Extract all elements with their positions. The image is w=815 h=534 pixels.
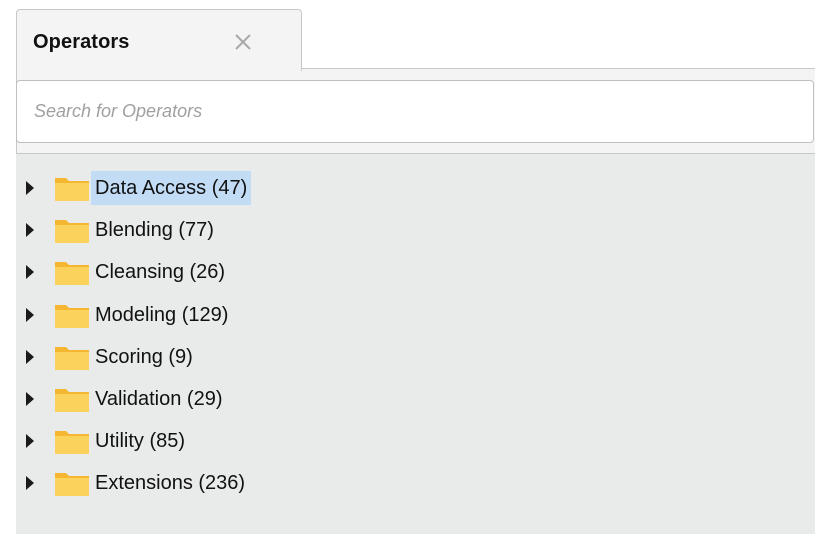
tree-item-label: Cleansing (26) (95, 261, 226, 283)
tree-item-extensions[interactable]: Extensions (236) (16, 466, 815, 500)
tree-item-label: Extensions (236) (95, 472, 246, 494)
tree-item-label: Blending (77) (95, 219, 214, 241)
tab-title: Operators (33, 31, 130, 53)
folder-icon (53, 384, 91, 414)
tree-item-data-access[interactable]: Data Access (47) (16, 171, 815, 205)
close-icon[interactable] (229, 28, 257, 56)
chevron-right-icon[interactable] (26, 308, 34, 322)
search-input[interactable] (16, 80, 814, 143)
tree-item-label: Modeling (129) (95, 304, 229, 326)
folder-icon (53, 173, 91, 203)
chevron-right-icon[interactable] (26, 350, 34, 364)
chevron-right-icon[interactable] (26, 265, 34, 279)
operator-tree: Data Access (47) Blending (77) Cleansing… (16, 154, 815, 534)
chevron-right-icon[interactable] (26, 392, 34, 406)
tree-item-validation[interactable]: Validation (29) (16, 382, 815, 416)
chevron-right-icon[interactable] (26, 476, 34, 490)
tree-item-scoring[interactable]: Scoring (9) (16, 340, 815, 374)
folder-icon (53, 468, 91, 498)
tree-item-label: Validation (29) (95, 388, 223, 410)
folder-icon (53, 215, 91, 245)
tree-item-cleansing[interactable]: Cleansing (26) (16, 255, 815, 289)
folder-icon (53, 257, 91, 287)
folder-icon (53, 342, 91, 372)
chevron-right-icon[interactable] (26, 223, 34, 237)
tree-item-label: Utility (85) (95, 430, 186, 452)
tree-item-utility[interactable]: Utility (85) (16, 424, 815, 458)
folder-icon (53, 300, 91, 330)
tree-item-modeling[interactable]: Modeling (129) (16, 298, 815, 332)
chevron-right-icon[interactable] (26, 434, 34, 448)
operators-panel: Operators Data Access (47) (0, 0, 815, 534)
tree-item-label: Scoring (9) (95, 346, 193, 368)
folder-icon (53, 426, 91, 456)
tree-item-label: Data Access (47) (91, 171, 252, 205)
tree-item-blending[interactable]: Blending (77) (16, 213, 815, 247)
chevron-right-icon[interactable] (26, 181, 34, 195)
tab-operators[interactable]: Operators (16, 9, 302, 71)
